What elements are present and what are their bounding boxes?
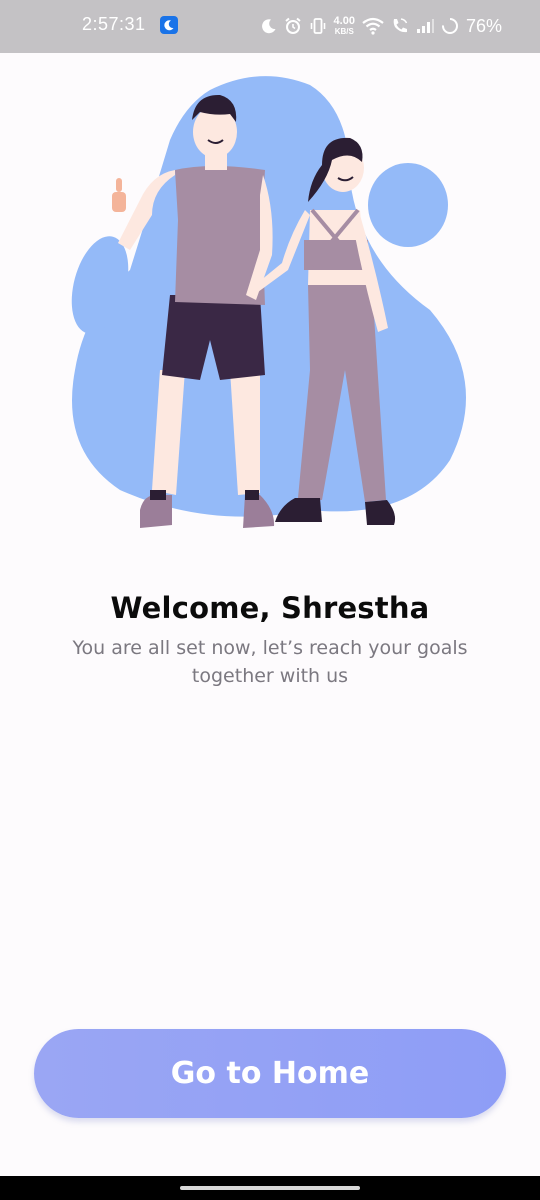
status-time: 2:57:31 bbox=[82, 14, 146, 34]
network-speed: 4.00 KB/S bbox=[333, 15, 355, 37]
welcome-subtitle: You are all set now, let’s reach your go… bbox=[72, 637, 468, 687]
home-gesture-handle[interactable] bbox=[180, 1186, 360, 1190]
moon-app-notification-icon bbox=[160, 16, 178, 34]
network-speed-unit: KB/S bbox=[334, 27, 354, 36]
vibrate-icon bbox=[310, 18, 325, 34]
network-speed-value: 4.00 bbox=[333, 15, 355, 27]
cell-signal-icon bbox=[416, 19, 434, 33]
wifi-calling-icon bbox=[393, 18, 408, 33]
fitness-couple-illustration bbox=[71, 76, 466, 528]
alarm-icon bbox=[284, 17, 301, 34]
status-icons: 4.00 KB/S 76% bbox=[261, 13, 502, 39]
do-not-disturb-moon-icon bbox=[261, 19, 276, 34]
background-blob bbox=[72, 76, 466, 517]
go-to-home-button[interactable]: Go to Home bbox=[34, 1029, 506, 1118]
battery-ring-icon bbox=[441, 18, 458, 34]
blob-right bbox=[368, 163, 448, 247]
battery-percent: 76% bbox=[465, 15, 502, 36]
navigation-bar bbox=[0, 1176, 540, 1200]
status-bar: 2:57:31 4.00 KB/S 76% bbox=[0, 0, 540, 53]
wifi-icon bbox=[362, 17, 384, 35]
welcome-title: Welcome, Shrestha bbox=[110, 591, 430, 625]
